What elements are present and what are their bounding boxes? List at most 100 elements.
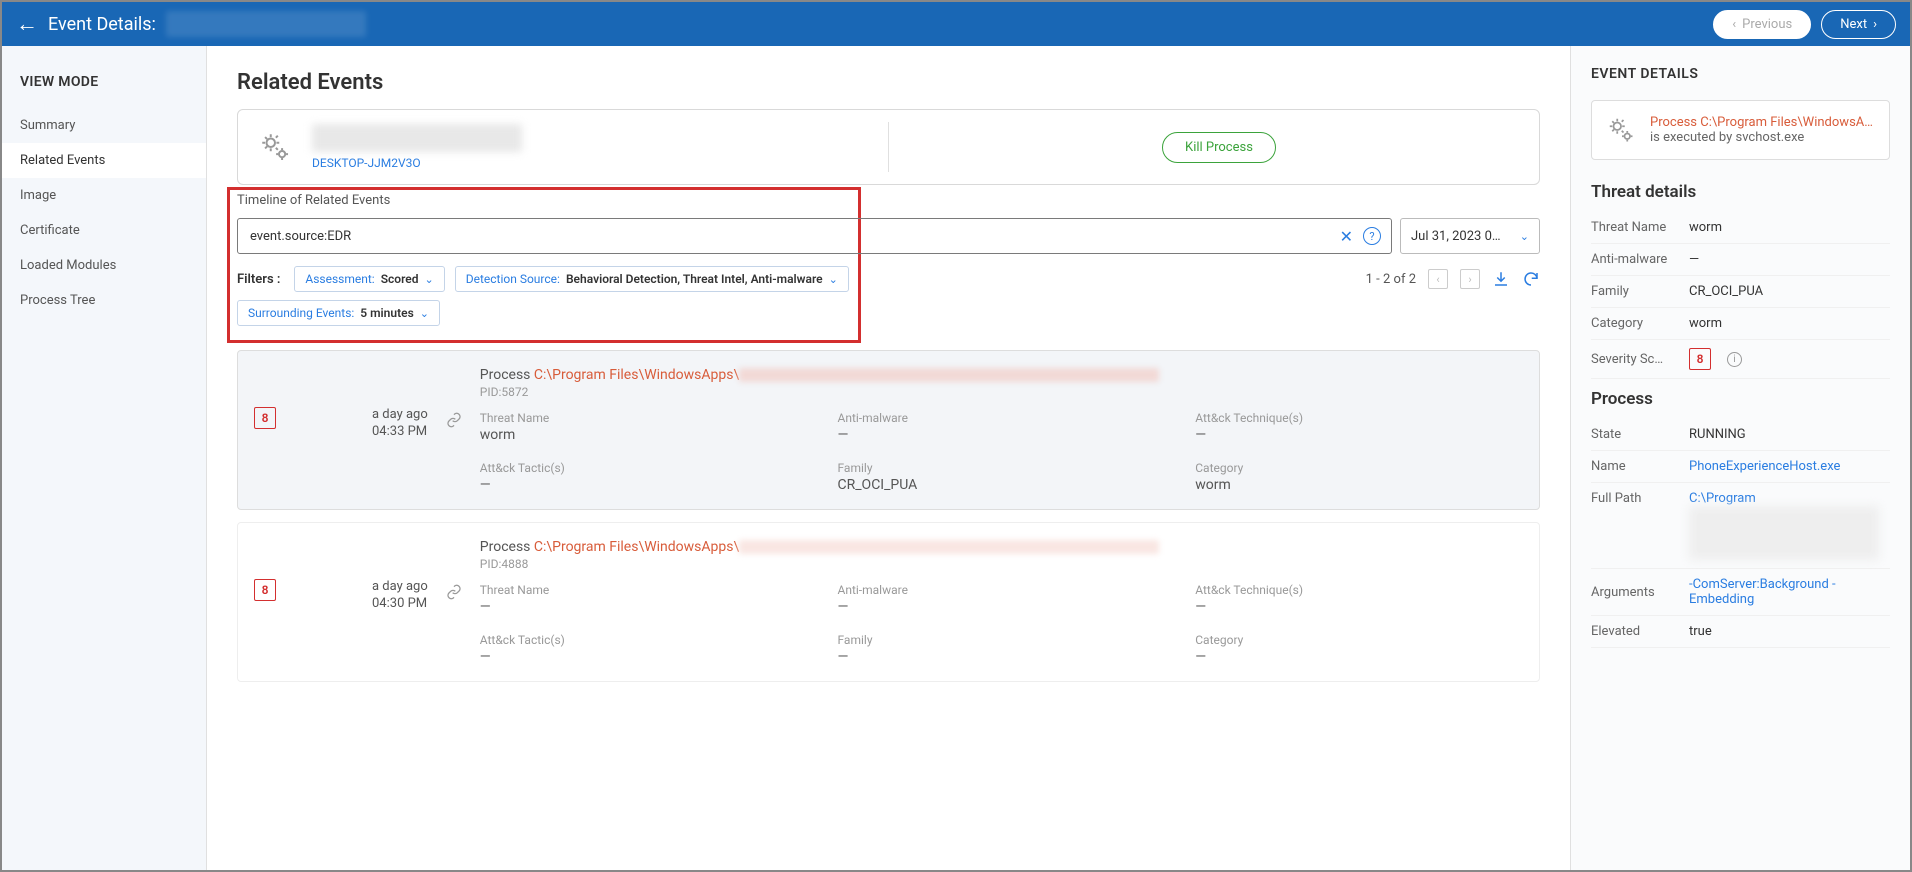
alert-line-2: is executed by svchost.exe bbox=[1650, 130, 1873, 145]
host-card: DESKTOP-JJM2V3O Kill Process bbox=[237, 109, 1540, 185]
date-value: Jul 31, 2023 0… bbox=[1411, 229, 1501, 244]
sidebar-item-image[interactable]: Image bbox=[2, 178, 206, 213]
link-icon bbox=[446, 367, 462, 493]
chevron-down-icon: ⌄ bbox=[420, 307, 429, 320]
sidebar-item-loaded-modules[interactable]: Loaded Modules bbox=[2, 248, 206, 283]
chevron-down-icon: ⌄ bbox=[425, 273, 434, 286]
search-input[interactable]: event.source:EDR ✕ ? bbox=[237, 218, 1392, 254]
filter-chip-surrounding-events[interactable]: Surrounding Events: 5 minutes ⌄ bbox=[237, 300, 440, 326]
event-card[interactable]: 8 a day ago 04:30 PM Process C:\Program … bbox=[237, 522, 1540, 682]
download-icon[interactable] bbox=[1492, 270, 1510, 288]
redacted-path bbox=[739, 540, 1159, 554]
kv-key: Arguments bbox=[1591, 585, 1679, 600]
event-pid: PID:5872 bbox=[480, 385, 1523, 399]
event-title: Process C:\Program Files\WindowsApps\ bbox=[480, 539, 1523, 555]
kv-value: — bbox=[1689, 252, 1890, 267]
field-value: — bbox=[480, 649, 808, 665]
field-label: Family bbox=[838, 461, 1166, 475]
field-value: CR_OCI_PUA bbox=[838, 477, 1166, 493]
field-value: worm bbox=[1195, 477, 1523, 493]
back-arrow-icon[interactable]: ← bbox=[16, 11, 38, 37]
page-header-title: Event Details: bbox=[48, 14, 156, 35]
event-time-ago: a day ago bbox=[372, 407, 428, 422]
field-label: Anti-malware bbox=[838, 411, 1166, 425]
sidebar-item-related-events[interactable]: Related Events bbox=[2, 143, 206, 178]
chip-key: Assessment: bbox=[305, 272, 374, 286]
sidebar: VIEW MODE Summary Related Events Image C… bbox=[2, 46, 207, 870]
sidebar-item-certificate[interactable]: Certificate bbox=[2, 213, 206, 248]
info-icon[interactable]: i bbox=[1727, 352, 1742, 367]
threat-details-heading: Threat details bbox=[1591, 182, 1890, 202]
kv-key: Threat Name bbox=[1591, 220, 1679, 235]
sidebar-item-summary[interactable]: Summary bbox=[2, 108, 206, 143]
previous-button[interactable]: ‹ Previous bbox=[1713, 10, 1811, 39]
event-title: Process C:\Program Files\WindowsApps\ bbox=[480, 367, 1523, 383]
field-label: Att&ck Technique(s) bbox=[1195, 411, 1523, 425]
chip-key: Detection Source: bbox=[466, 272, 560, 286]
field-value: — bbox=[480, 599, 808, 615]
kv-key: Full Path bbox=[1591, 491, 1679, 506]
chevron-left-icon: ‹ bbox=[1732, 17, 1736, 32]
event-card[interactable]: 8 a day ago 04:33 PM Process C:\Program … bbox=[237, 350, 1540, 510]
kv-value-link[interactable]: -ComServer:Background -Embedding bbox=[1689, 577, 1890, 607]
pager-prev-button[interactable]: ‹ bbox=[1428, 269, 1448, 289]
field-label: Att&ck Technique(s) bbox=[1195, 583, 1523, 597]
event-time: 04:30 PM bbox=[372, 596, 428, 611]
pager-next-button[interactable]: › bbox=[1460, 269, 1480, 289]
alert-line-1: Process C:\Program Files\WindowsA… bbox=[1650, 115, 1873, 130]
sidebar-item-process-tree[interactable]: Process Tree bbox=[2, 283, 206, 318]
chevron-down-icon: ⌄ bbox=[829, 273, 838, 286]
event-details-panel: EVENT DETAILS Process C:\Program Files\W… bbox=[1570, 46, 1910, 870]
help-icon[interactable]: ? bbox=[1363, 227, 1381, 245]
field-value: — bbox=[1195, 427, 1523, 443]
kill-process-button[interactable]: Kill Process bbox=[1162, 132, 1276, 163]
kv-value-link[interactable]: C:\Program bbox=[1689, 491, 1879, 506]
redacted-host-name bbox=[312, 124, 522, 152]
redacted-header-text bbox=[166, 11, 366, 37]
sidebar-heading: VIEW MODE bbox=[2, 66, 206, 108]
event-time: 04:33 PM bbox=[372, 424, 428, 439]
next-button[interactable]: Next › bbox=[1821, 10, 1896, 39]
field-value: — bbox=[838, 649, 1166, 665]
filters-label: Filters : bbox=[237, 272, 280, 287]
filter-chip-assessment[interactable]: Assessment: Scored ⌄ bbox=[294, 266, 444, 292]
field-label: Threat Name bbox=[480, 411, 808, 425]
chip-key: Surrounding Events: bbox=[248, 306, 354, 320]
chip-value: Scored bbox=[381, 272, 419, 286]
link-icon bbox=[446, 539, 462, 665]
kv-key: Severity Sc… bbox=[1591, 352, 1679, 367]
kv-key: Name bbox=[1591, 459, 1679, 474]
refresh-icon[interactable] bbox=[1522, 270, 1540, 288]
severity-badge: 8 bbox=[254, 579, 276, 601]
kv-key: Elevated bbox=[1591, 624, 1679, 639]
kv-key: State bbox=[1591, 427, 1679, 442]
gears-icon bbox=[1606, 115, 1636, 145]
alert-summary-box: Process C:\Program Files\WindowsA… is ex… bbox=[1591, 100, 1890, 160]
field-value: — bbox=[1195, 649, 1523, 665]
kv-key: Family bbox=[1591, 284, 1679, 299]
kv-key: Anti-malware bbox=[1591, 252, 1679, 267]
filter-chip-detection-source[interactable]: Detection Source: Behavioral Detection, … bbox=[455, 266, 849, 292]
field-label: Threat Name bbox=[480, 583, 808, 597]
kv-value: worm bbox=[1689, 220, 1890, 235]
kv-value: worm bbox=[1689, 316, 1890, 331]
chevron-right-icon: › bbox=[1873, 17, 1877, 32]
field-value: — bbox=[838, 599, 1166, 615]
severity-badge: 8 bbox=[1689, 348, 1711, 370]
field-value: — bbox=[1195, 599, 1523, 615]
host-link[interactable]: DESKTOP-JJM2V3O bbox=[312, 156, 522, 170]
date-range-picker[interactable]: Jul 31, 2023 0… ⌄ bbox=[1400, 218, 1540, 254]
field-label: Att&ck Tactic(s) bbox=[480, 633, 808, 647]
gears-icon bbox=[258, 130, 292, 164]
chip-value: 5 minutes bbox=[360, 306, 413, 320]
kv-value-link[interactable]: PhoneExperienceHost.exe bbox=[1689, 459, 1890, 474]
kv-value: RUNNING bbox=[1689, 427, 1890, 442]
severity-badge: 8 bbox=[254, 407, 276, 429]
timeline-section: Timeline of Related Events event.source:… bbox=[237, 193, 1540, 326]
pager-text: 1 - 2 of 2 bbox=[1366, 272, 1416, 287]
panel-title: EVENT DETAILS bbox=[1591, 66, 1890, 82]
field-value: — bbox=[480, 477, 808, 493]
clear-icon[interactable]: ✕ bbox=[1340, 227, 1353, 246]
next-button-label: Next bbox=[1840, 17, 1867, 32]
content-area: Related Events DESKTOP-JJM2V3O Kill Proc… bbox=[207, 46, 1570, 870]
